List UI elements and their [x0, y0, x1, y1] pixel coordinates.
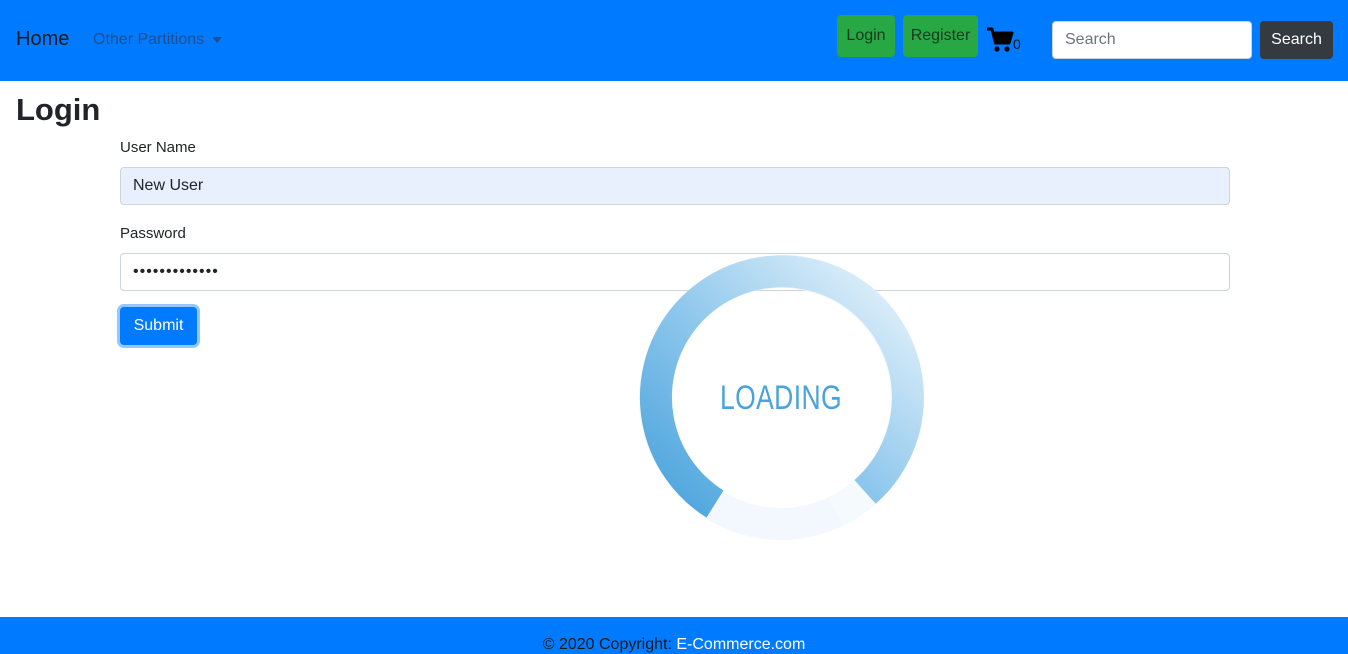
navbar: Home Other Partitions Login Register 0 S… [0, 0, 1348, 81]
search-button[interactable]: Search [1260, 21, 1333, 59]
footer-copyright: © 2020 Copyright: [542, 636, 677, 653]
loading-spinner: LOADING [636, 253, 926, 543]
footer-link[interactable]: E-Commerce.com [676, 636, 805, 653]
other-partitions-dropdown[interactable]: Other Partitions [93, 31, 223, 49]
username-field[interactable]: New User [120, 167, 1230, 205]
login-button[interactable]: Login [837, 15, 895, 57]
caret-down-icon [212, 37, 223, 43]
footer: © 2020 Copyright: E-Commerce.com [0, 617, 1348, 654]
register-button[interactable]: Register [903, 15, 978, 57]
username-label: User Name [120, 139, 196, 156]
cart-count: 0 [1013, 36, 1021, 52]
shopping-cart-icon [987, 27, 1014, 52]
page-title: Login [16, 92, 101, 127]
loading-text: LOADING [719, 378, 843, 417]
home-link[interactable]: Home [16, 28, 69, 51]
password-label: Password [120, 225, 186, 242]
dropdown-label: Other Partitions [93, 31, 205, 48]
search-input[interactable] [1052, 21, 1252, 59]
cart-link[interactable]: 0 [986, 26, 1026, 56]
submit-button[interactable]: Submit [120, 307, 197, 345]
